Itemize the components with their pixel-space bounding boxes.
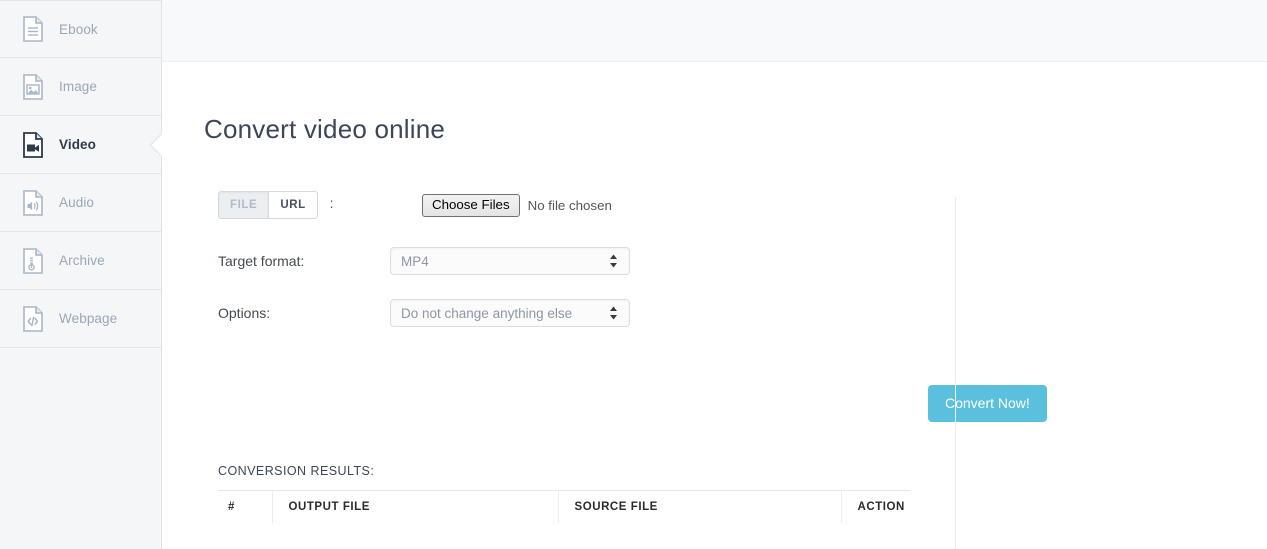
content-area: Convert video online FILE URL : Choose F…	[162, 62, 1267, 549]
sidebar-item-archive[interactable]: Archive	[0, 232, 161, 290]
column-divider	[955, 197, 956, 549]
chevron-updown-icon	[609, 306, 618, 320]
source-colon: :	[329, 195, 334, 211]
sidebar-item-video[interactable]: Video	[0, 116, 173, 174]
options-value: Do not change anything else	[401, 305, 573, 321]
target-format-row: Target format: MP4	[218, 247, 1267, 275]
sidebar: Ebook Image Video Audio Archive Webpage	[0, 0, 173, 549]
webpage-file-icon	[22, 305, 44, 332]
archive-file-icon	[22, 247, 44, 274]
conversion-results-heading: CONVERSION RESULTS:	[218, 464, 375, 478]
video-file-icon	[22, 131, 44, 158]
chevron-updown-icon	[609, 254, 618, 268]
source-tab-url[interactable]: URL	[268, 191, 318, 219]
column-header-action: ACTION	[857, 501, 905, 513]
sidebar-item-label: Video	[59, 137, 97, 152]
column-header-output-file: OUTPUT FILE	[272, 490, 559, 523]
source-row: FILE URL : Choose Files No file chosen	[218, 191, 1267, 219]
options-select[interactable]: Do not change anything else	[390, 299, 630, 327]
target-format-select[interactable]: MP4	[390, 247, 630, 275]
convert-row: Convert Now!	[218, 349, 1267, 422]
ebook-file-icon	[22, 16, 44, 42]
sidebar-item-webpage[interactable]: Webpage	[0, 290, 161, 348]
image-file-icon	[22, 73, 44, 100]
top-bar	[162, 0, 1267, 62]
target-format-label: Target format:	[218, 253, 305, 269]
app-root: Ebook Image Video Audio Archive Webpage …	[0, 0, 1267, 549]
file-status-text: No file chosen	[527, 197, 612, 213]
sidebar-item-audio[interactable]: Audio	[0, 174, 161, 232]
table-header: # OUTPUT FILE SOURCE FILE ACTION	[218, 490, 911, 523]
main-panel: Convert video online FILE URL : Choose F…	[162, 0, 1267, 549]
options-label: Options:	[218, 305, 271, 321]
sidebar-item-label: Ebook	[59, 21, 98, 37]
choose-files-button[interactable]: Choose Files	[422, 193, 520, 217]
file-url-button-group: FILE URL	[218, 191, 318, 219]
conversion-results-table: # OUTPUT FILE SOURCE FILE ACTION	[218, 490, 911, 523]
sidebar-item-image[interactable]: Image	[0, 58, 161, 116]
source-tab-file[interactable]: FILE	[218, 191, 269, 219]
sidebar-item-ebook[interactable]: Ebook	[0, 0, 161, 58]
table-header-row: # OUTPUT FILE SOURCE FILE ACTION	[218, 490, 911, 523]
target-format-value: MP4	[401, 253, 429, 269]
sidebar-item-label: Audio	[59, 195, 95, 210]
conversion-form: FILE URL : Choose Files No file chosen T…	[162, 145, 1267, 422]
column-header-index: #	[218, 490, 273, 523]
options-row: Options: Do not change anything else	[218, 299, 1267, 327]
source-toggle-group: FILE URL :	[218, 191, 370, 219]
sidebar-item-label: Image	[59, 79, 98, 94]
sidebar-item-list: Ebook Image Video Audio Archive Webpage	[0, 0, 173, 348]
column-header-source-file: SOURCE FILE	[558, 490, 842, 523]
sidebar-item-label: Webpage	[59, 311, 118, 326]
convert-now-button[interactable]: Convert Now!	[928, 385, 1047, 422]
audio-file-icon	[22, 189, 44, 216]
file-input-wrapper[interactable]: Choose Files No file chosen	[422, 193, 612, 217]
sidebar-item-label: Archive	[59, 253, 105, 268]
page-title: Convert video online	[204, 114, 446, 144]
